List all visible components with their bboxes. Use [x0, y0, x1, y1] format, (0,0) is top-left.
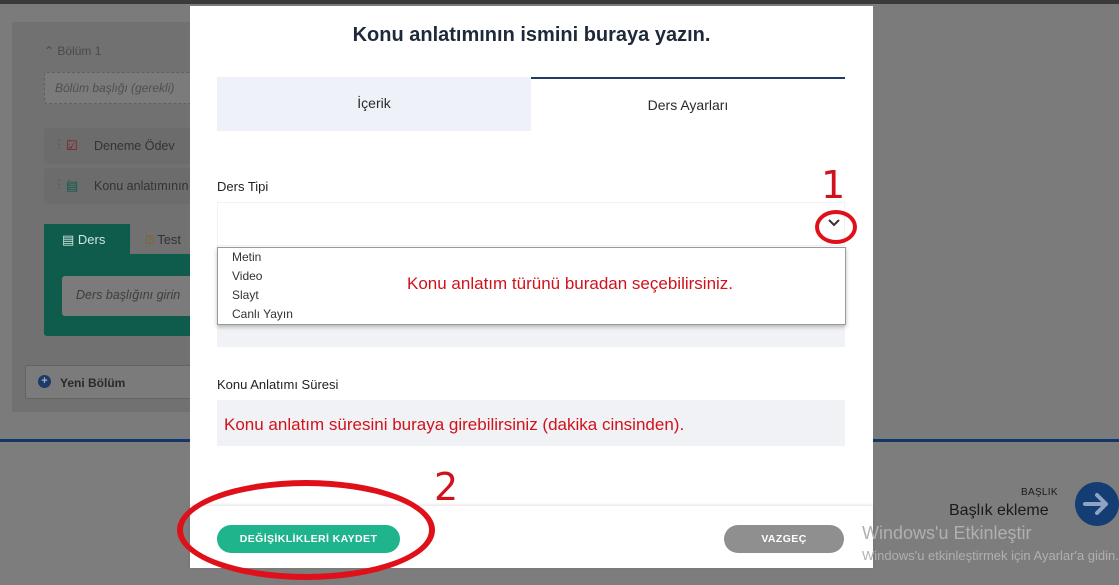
option-video[interactable]: Video	[232, 269, 262, 283]
list-item-lesson[interactable]: ⋮⋮ ▤ Konu anlatımının ismini buraya yazı…	[44, 168, 214, 204]
next-lesson-button[interactable]	[1075, 482, 1119, 526]
section-header-label: Bölüm 1	[57, 44, 102, 58]
activation-watermark-text: Windows'u etkinleştirmek için Ayarlar'a …	[862, 548, 1119, 563]
plus-icon: +	[38, 375, 51, 388]
question-icon: ⍰	[146, 232, 158, 247]
list-item-label: Deneme Ödev	[94, 139, 175, 153]
tab-ders[interactable]: ▤ Ders	[44, 224, 130, 254]
document-icon: ▤	[62, 232, 78, 247]
annotation-ring-save	[177, 480, 435, 580]
section-title-input[interactable]: Bölüm başlığı (gerekli)	[44, 72, 214, 104]
arrow-right-icon	[1083, 493, 1108, 515]
checkbox-icon: ☑	[66, 138, 78, 153]
next-lesson-caption: BAŞLIK	[1021, 487, 1058, 498]
duration-label: Konu Anlatımı Süresi	[217, 377, 339, 392]
annotation-ring-dropdown	[815, 210, 857, 244]
document-icon: ▤	[66, 178, 79, 193]
modal-title: Konu anlatımının ismini buraya yazın.	[352, 24, 711, 46]
tab-lesson-settings[interactable]: Ders Ayarları	[531, 77, 845, 131]
new-section-label: Yeni Bölüm	[60, 376, 126, 390]
lesson-type-select[interactable]	[217, 202, 845, 246]
tab-content[interactable]: İçerik	[217, 77, 531, 131]
annotation-number-1: 1	[821, 163, 846, 207]
annotation-duration-note: Konu anlatım süresini buraya girebilirsi…	[224, 415, 685, 434]
top-strip	[0, 0, 1119, 4]
annotation-type-note: Konu anlatım türünü buradan seçebilirsin…	[407, 274, 734, 293]
annotation-number-2: 2	[434, 465, 459, 509]
chevron-up-icon: ⌃	[44, 44, 55, 58]
next-lesson-title: Başlık ekleme	[949, 502, 1049, 519]
lesson-type-label: Ders Tipi	[217, 179, 269, 194]
list-item-assignment[interactable]: ⋮⋮ ☑ Deneme Ödev	[44, 128, 214, 164]
tab-test-label: Test	[157, 232, 182, 247]
tab-ders-label: Ders	[77, 232, 106, 247]
lesson-type-field-bg	[217, 324, 845, 347]
new-section-button[interactable]: + Yeni Bölüm	[25, 365, 195, 399]
cancel-button[interactable]: VAZGEÇ	[724, 525, 844, 553]
option-slayt[interactable]: Slayt	[232, 288, 259, 302]
lesson-title-input[interactable]: Ders başlığını girin	[62, 276, 202, 316]
activation-watermark-title: Windows'u Etkinleştir	[862, 523, 1032, 543]
option-metin[interactable]: Metin	[232, 250, 261, 264]
option-canli-yayin[interactable]: Canlı Yayın	[232, 307, 293, 321]
section-header[interactable]: ⌃ Bölüm 1	[44, 44, 101, 58]
